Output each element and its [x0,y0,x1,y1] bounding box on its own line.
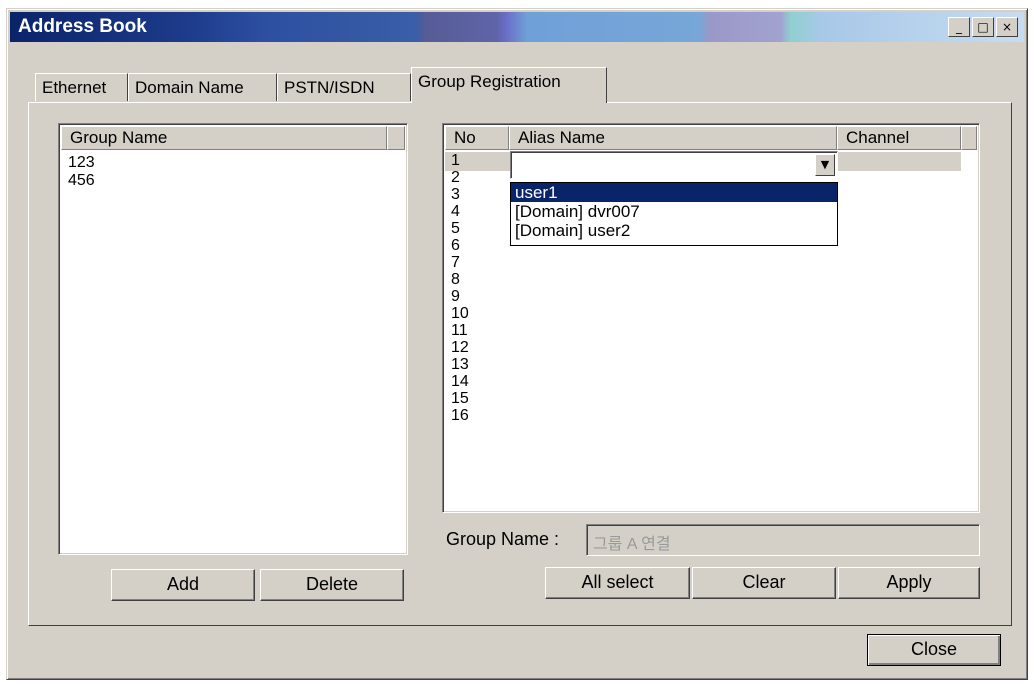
all-select-button[interactable]: All select [545,567,690,599]
no-column-header[interactable]: No [445,126,509,150]
alias-dropdown-list[interactable]: user1 [Domain] dvr007 [Domain] user2 [510,182,838,246]
row-number: 12 [451,339,469,356]
group-name-label: Group Name : [446,529,560,549]
minimize-button[interactable]: _ [948,17,970,37]
row-number: 14 [451,373,469,390]
row-number: 6 [451,237,460,254]
tab-ethernet[interactable]: Ethernet [35,73,128,101]
row-number: 4 [451,203,460,220]
member-table-header-filler [961,126,977,150]
row-number: 5 [451,220,460,237]
member-table[interactable]: No Alias Name Channel 1 2 3 4 5 6 7 8 9 … [442,123,980,513]
row-number: 7 [451,254,460,271]
window-controls: _ □ × [948,17,1018,37]
row-number: 1 [451,152,460,169]
close-window-button[interactable]: × [996,17,1018,37]
row-number: 3 [451,186,460,203]
dropdown-arrow-icon[interactable]: ▼ [815,154,835,176]
row-number: 9 [451,288,460,305]
row-number: 11 [451,322,468,339]
alias-name-combobox[interactable]: ▼ [510,151,838,179]
alias-name-column-header[interactable]: Alias Name [509,126,837,150]
group-registration-panel: Group Name 123 456 Add Delete No Alias N… [28,102,1012,626]
row-number: 10 [451,305,469,322]
delete-button[interactable]: Delete [260,569,404,601]
close-button[interactable]: Close [867,634,1001,666]
address-book-window: Address Book _ □ × Ethernet Domain Name … [6,8,1028,680]
row-number: 13 [451,356,469,373]
tab-pstn-isdn[interactable]: PSTN/ISDN [277,73,411,101]
group-list-header-filler [387,126,405,150]
row-number: 16 [451,407,469,424]
group-list-item[interactable]: 123 [68,155,95,171]
tab-domain-name[interactable]: Domain Name [128,73,277,101]
row-number: 8 [451,271,460,288]
row-number: 2 [451,169,460,186]
window-title: Address Book [18,16,147,37]
maximize-button[interactable]: □ [972,17,994,37]
row-number: 15 [451,390,469,407]
channel-column-header[interactable]: Channel [837,126,961,150]
group-name-field[interactable]: 그룹 A 연결 [586,524,980,556]
group-list-item[interactable]: 456 [68,173,95,189]
tab-group-registration[interactable]: Group Registration [411,67,607,103]
dropdown-option-user1[interactable]: user1 [511,183,837,202]
group-list[interactable]: Group Name 123 456 [58,123,408,555]
clear-button[interactable]: Clear [692,567,836,599]
dropdown-option-domain-user2[interactable]: [Domain] user2 [511,221,837,240]
add-button[interactable]: Add [111,569,255,601]
group-name-column-header[interactable]: Group Name [61,126,387,150]
title-bar[interactable]: Address Book _ □ × [10,12,1024,42]
apply-button[interactable]: Apply [838,567,980,599]
dropdown-option-domain-dvr007[interactable]: [Domain] dvr007 [511,202,837,221]
